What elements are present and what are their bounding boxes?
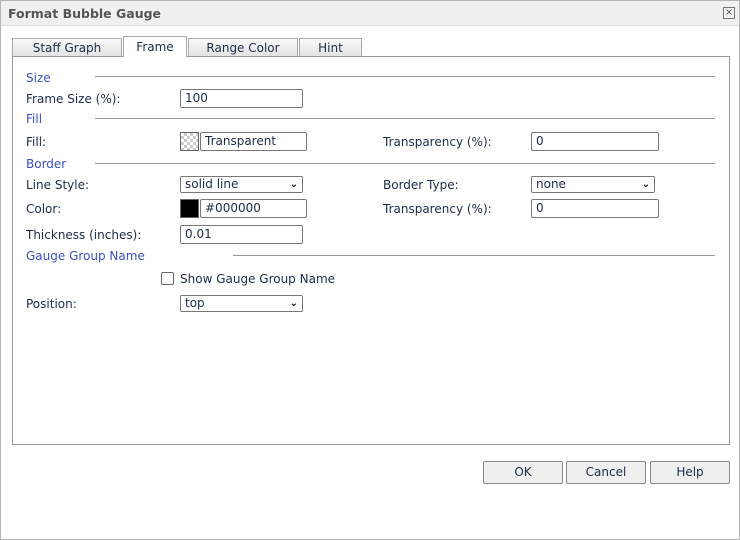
help-button[interactable]: Help — [650, 461, 730, 484]
dialog-window: Format Bubble Gauge × Staff Graph Frame … — [0, 0, 740, 540]
divider — [95, 118, 715, 119]
position-value: top — [185, 296, 205, 310]
thickness-label: Thickness (inches): — [26, 228, 142, 242]
ok-button[interactable]: OK — [483, 461, 563, 484]
tab-staff-graph[interactable]: Staff Graph — [12, 38, 122, 57]
tab-frame[interactable]: Frame — [123, 36, 187, 57]
title-bar: Format Bubble Gauge × — [1, 1, 739, 26]
border-color-input[interactable]: #000000 — [200, 199, 307, 218]
fill-transparency-label: Transparency (%): — [383, 135, 492, 149]
thickness-input[interactable]: 0.01 — [180, 225, 303, 244]
position-select[interactable]: top ⌄ — [180, 295, 303, 312]
position-label: Position: — [26, 297, 77, 311]
show-gauge-group-name-label[interactable]: Show Gauge Group Name — [180, 272, 335, 286]
border-transparency-input[interactable]: 0 — [531, 199, 659, 218]
section-size: Size — [26, 71, 51, 85]
divider — [95, 76, 715, 77]
chevron-down-icon: ⌄ — [289, 298, 298, 309]
border-type-value: none — [536, 177, 566, 191]
line-style-select[interactable]: solid line ⌄ — [180, 176, 303, 193]
border-transparency-label: Transparency (%): — [383, 202, 492, 216]
section-gauge-group-name: Gauge Group Name — [26, 249, 145, 263]
tab-range-color[interactable]: Range Color — [188, 38, 298, 57]
section-border: Border — [26, 157, 67, 171]
fill-transparency-input[interactable]: 0 — [531, 132, 659, 151]
tab-hint[interactable]: Hint — [299, 38, 362, 57]
frame-size-label: Frame Size (%): — [26, 92, 121, 106]
close-icon[interactable]: × — [723, 7, 735, 19]
line-style-value: solid line — [185, 177, 239, 191]
fill-input[interactable]: Transparent — [200, 132, 307, 151]
section-fill: Fill — [26, 112, 43, 126]
fill-label: Fill: — [26, 135, 47, 149]
show-gauge-group-name-checkbox[interactable] — [161, 272, 174, 285]
cancel-button[interactable]: Cancel — [566, 461, 646, 484]
fill-color-swatch[interactable] — [180, 132, 199, 151]
chevron-down-icon: ⌄ — [289, 179, 298, 190]
frame-size-input[interactable]: 100 — [180, 89, 303, 108]
chevron-down-icon: ⌄ — [641, 179, 650, 190]
dialog-title: Format Bubble Gauge — [8, 6, 162, 21]
color-label: Color: — [26, 202, 62, 216]
divider — [95, 163, 715, 164]
border-color-swatch[interactable] — [180, 199, 199, 218]
border-type-label: Border Type: — [383, 178, 459, 192]
divider — [233, 255, 715, 256]
border-type-select[interactable]: none ⌄ — [531, 176, 655, 193]
line-style-label: Line Style: — [26, 178, 90, 192]
